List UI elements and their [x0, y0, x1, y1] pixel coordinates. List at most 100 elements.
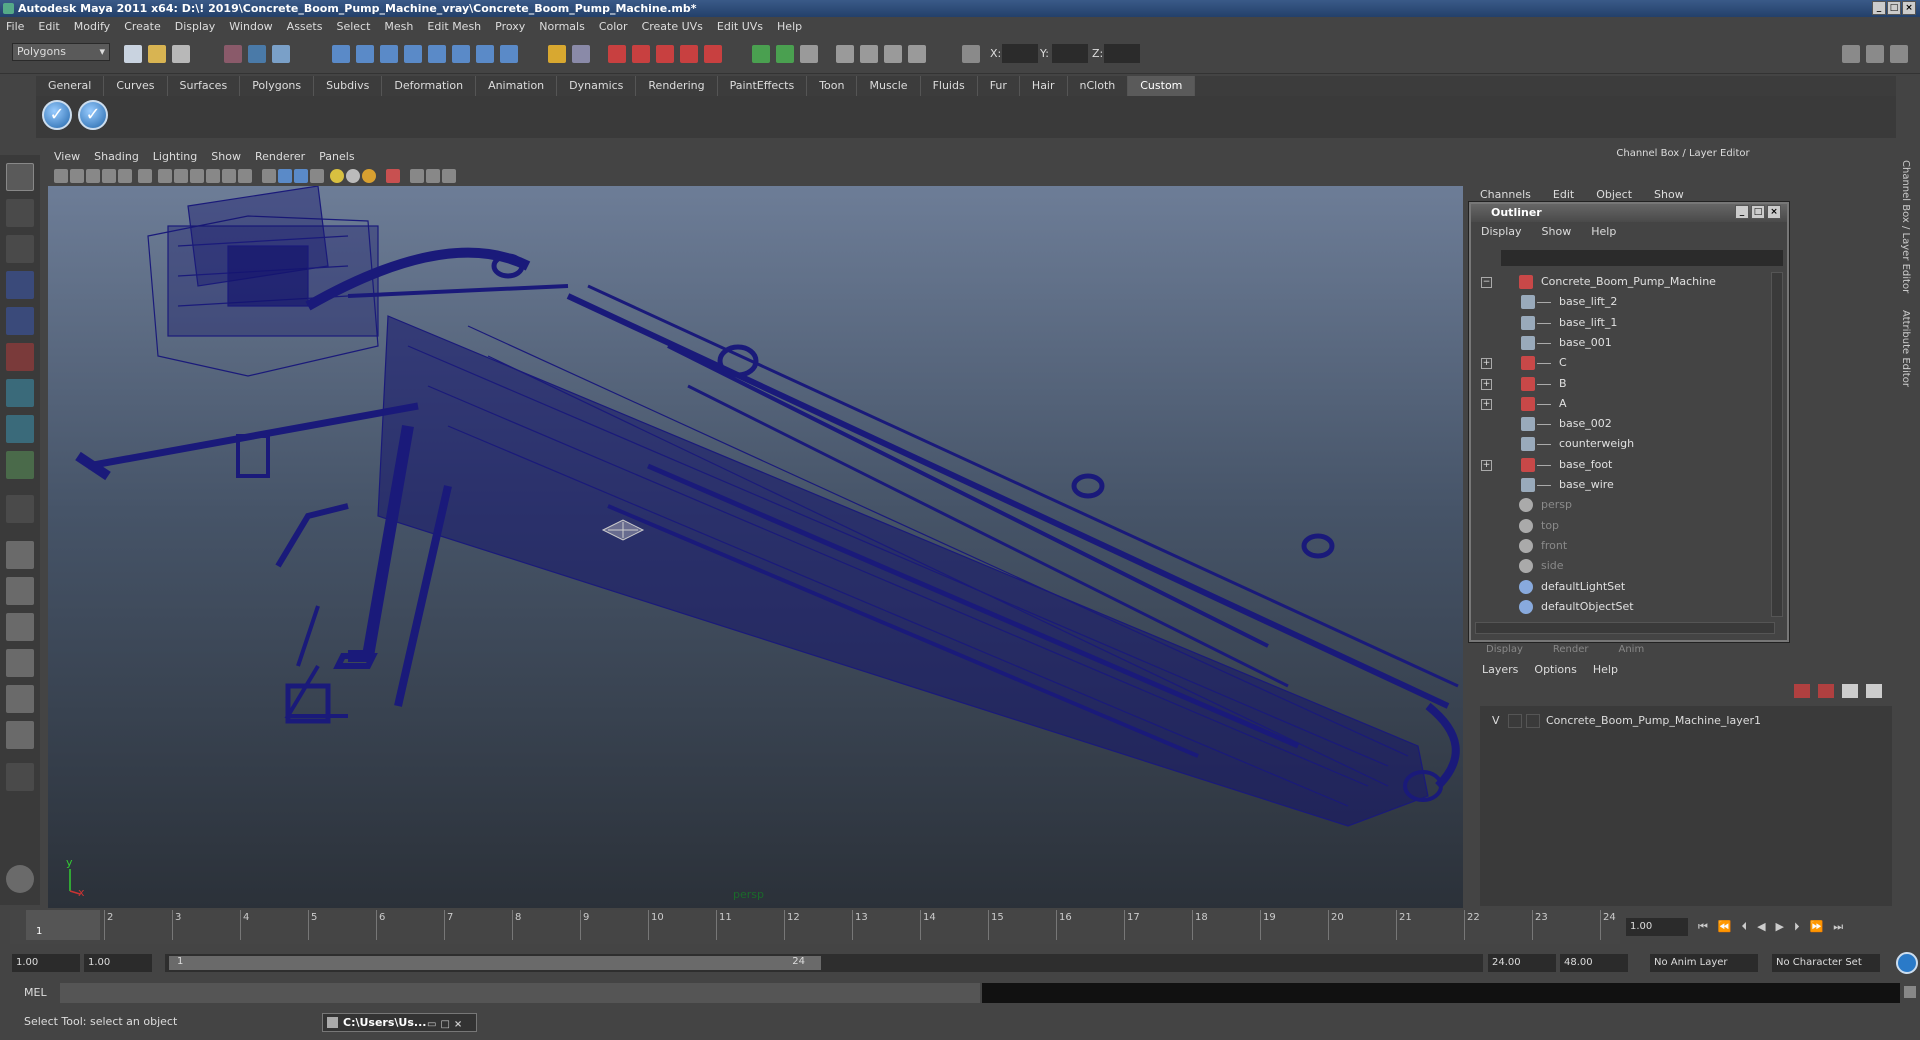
lasso-tool-icon[interactable]	[6, 199, 34, 227]
layer-tab-display[interactable]: Display	[1486, 644, 1523, 655]
time-slider[interactable]: 123456789101112131415161718192021222324 …	[10, 910, 1620, 944]
tab-hair[interactable]: Hair	[1020, 76, 1068, 96]
expand-icon[interactable]: +	[1481, 398, 1492, 410]
field-chart-icon[interactable]	[206, 169, 220, 183]
z-field[interactable]	[1104, 44, 1140, 63]
outliner-item[interactable]: base_001	[1471, 333, 1771, 353]
panel-menu-show[interactable]: Show	[211, 148, 241, 166]
menu-edit[interactable]: Edit	[38, 20, 59, 33]
options-menu[interactable]: Options	[1534, 661, 1576, 679]
panel-menu-shading[interactable]: Shading	[94, 148, 139, 166]
outliner-item[interactable]: base_002	[1471, 414, 1771, 434]
command-input[interactable]	[60, 983, 980, 1003]
render-settings-icon[interactable]	[656, 45, 674, 63]
select-component-icon[interactable]	[272, 45, 290, 63]
command-language-label[interactable]: MEL	[24, 986, 47, 999]
channel-box-icon[interactable]	[1866, 45, 1884, 63]
outliner-item[interactable]: side	[1471, 556, 1771, 576]
film-gate-icon[interactable]	[158, 169, 172, 183]
all-lights-icon[interactable]	[346, 169, 360, 183]
attribute-toggle-icon[interactable]	[776, 45, 794, 63]
layer-row[interactable]: V Concrete_Boom_Pump_Machine_layer1	[1484, 712, 1884, 730]
select-tool-icon[interactable]	[6, 163, 34, 191]
camera-attr-icon[interactable]	[70, 169, 84, 183]
menu-window[interactable]: Window	[229, 20, 272, 33]
open-scene-icon[interactable]	[148, 45, 166, 63]
menu-mesh[interactable]: Mesh	[384, 20, 413, 33]
snap-grid-icon[interactable]	[332, 45, 350, 63]
render-current-icon[interactable]	[608, 45, 626, 63]
expand-icon[interactable]: +	[1481, 459, 1492, 471]
menu-create-uvs[interactable]: Create UVs	[642, 20, 703, 33]
tab-surfaces[interactable]: Surfaces	[168, 76, 241, 96]
menu-edit-mesh[interactable]: Edit Mesh	[427, 20, 481, 33]
snapshot-icon[interactable]	[6, 865, 34, 893]
outliner-title-bar[interactable]: Outliner _ □ ×	[1471, 204, 1787, 222]
playback-end-field[interactable]: 24.00	[1488, 954, 1556, 972]
outliner-toggle-icon[interactable]	[752, 45, 770, 63]
outliner-item[interactable]: persp	[1471, 495, 1771, 515]
outliner-item[interactable]: front	[1471, 536, 1771, 556]
tab-ncloth[interactable]: nCloth	[1068, 76, 1129, 96]
script-editor-icon[interactable]	[1904, 986, 1916, 998]
new-layer-selected-icon[interactable]	[1818, 684, 1834, 698]
resolution-gate-icon[interactable]	[174, 169, 188, 183]
menu-file[interactable]: File	[6, 20, 24, 33]
panel-menu-renderer[interactable]: Renderer	[255, 148, 305, 166]
safe-action-icon[interactable]	[222, 169, 236, 183]
outliner-item[interactable]: − Concrete_Boom_Pump_Machine	[1471, 272, 1771, 292]
menu-display[interactable]: Display	[175, 20, 216, 33]
tab-curves[interactable]: Curves	[104, 76, 168, 96]
layer-help-menu[interactable]: Help	[1593, 661, 1618, 679]
layer-tab-render[interactable]: Render	[1553, 644, 1589, 655]
outliner-item[interactable]: + C	[1471, 353, 1771, 373]
select-hierarchy-icon[interactable]	[224, 45, 242, 63]
sculpt-icon[interactable]	[908, 45, 926, 63]
channel-box-side-tab[interactable]: Channel Box / Layer Editor	[1900, 160, 1911, 293]
isolate-select-icon[interactable]	[386, 169, 400, 183]
xray-icon[interactable]	[410, 169, 424, 183]
shadows-icon[interactable]	[362, 169, 376, 183]
x-field[interactable]	[1002, 44, 1038, 63]
checkmark-shelf-icon[interactable]: ✓	[42, 100, 72, 130]
menu-set-dropdown[interactable]: Polygons ▾	[12, 43, 110, 61]
menu-modify[interactable]: Modify	[74, 20, 110, 33]
soft-mod-icon[interactable]	[6, 415, 34, 443]
hypershade-icon[interactable]	[680, 45, 698, 63]
safe-title-icon[interactable]	[238, 169, 252, 183]
layer-name[interactable]: Concrete_Boom_Pump_Machine_layer1	[1546, 712, 1761, 730]
window-controls-icon[interactable]: ▭□×	[427, 1016, 466, 1033]
paint-select-icon[interactable]	[6, 235, 34, 263]
panel-menu-view[interactable]: View	[54, 148, 80, 166]
end-time-field[interactable]: 48.00	[1560, 954, 1628, 972]
outliner-item[interactable]: base_lift_2	[1471, 292, 1771, 312]
two-d-pan-icon[interactable]	[118, 169, 132, 183]
menu-proxy[interactable]: Proxy	[495, 20, 525, 33]
outliner-menu-show[interactable]: Show	[1542, 223, 1572, 241]
select-object-icon[interactable]	[248, 45, 266, 63]
wire-on-shaded-icon[interactable]	[294, 169, 308, 183]
single-view-layout-icon[interactable]	[6, 541, 34, 569]
tab-polygons[interactable]: Polygons	[240, 76, 315, 96]
panel-menu-lighting[interactable]: Lighting	[153, 148, 197, 166]
new-scene-icon[interactable]	[124, 45, 142, 63]
scale-tool-icon[interactable]	[6, 343, 34, 371]
current-frame-field[interactable]: 1.00	[1626, 918, 1688, 936]
minimized-window-button[interactable]: C:\Users\Us... ▭□×	[322, 1013, 477, 1032]
outliner-item[interactable]: + A	[1471, 394, 1771, 414]
tab-animation[interactable]: Animation	[476, 76, 558, 96]
outliner-filter-field[interactable]	[1501, 250, 1783, 266]
menu-help[interactable]: Help	[777, 20, 802, 33]
outliner-item[interactable]: base_wire	[1471, 475, 1771, 495]
history-icon[interactable]	[452, 45, 470, 63]
y-field[interactable]	[1052, 44, 1088, 63]
input-ops-icon[interactable]	[476, 45, 494, 63]
outliner-minimize-icon[interactable]: _	[1735, 205, 1749, 219]
expand-icon[interactable]: +	[1481, 358, 1492, 370]
tab-fluids[interactable]: Fluids	[921, 76, 978, 96]
ipr-render-icon[interactable]	[632, 45, 650, 63]
menu-color[interactable]: Color	[599, 20, 628, 33]
hypershade-layout-icon[interactable]	[6, 685, 34, 713]
outliner-item[interactable]: top	[1471, 516, 1771, 536]
tab-subdivs[interactable]: Subdivs	[314, 76, 383, 96]
